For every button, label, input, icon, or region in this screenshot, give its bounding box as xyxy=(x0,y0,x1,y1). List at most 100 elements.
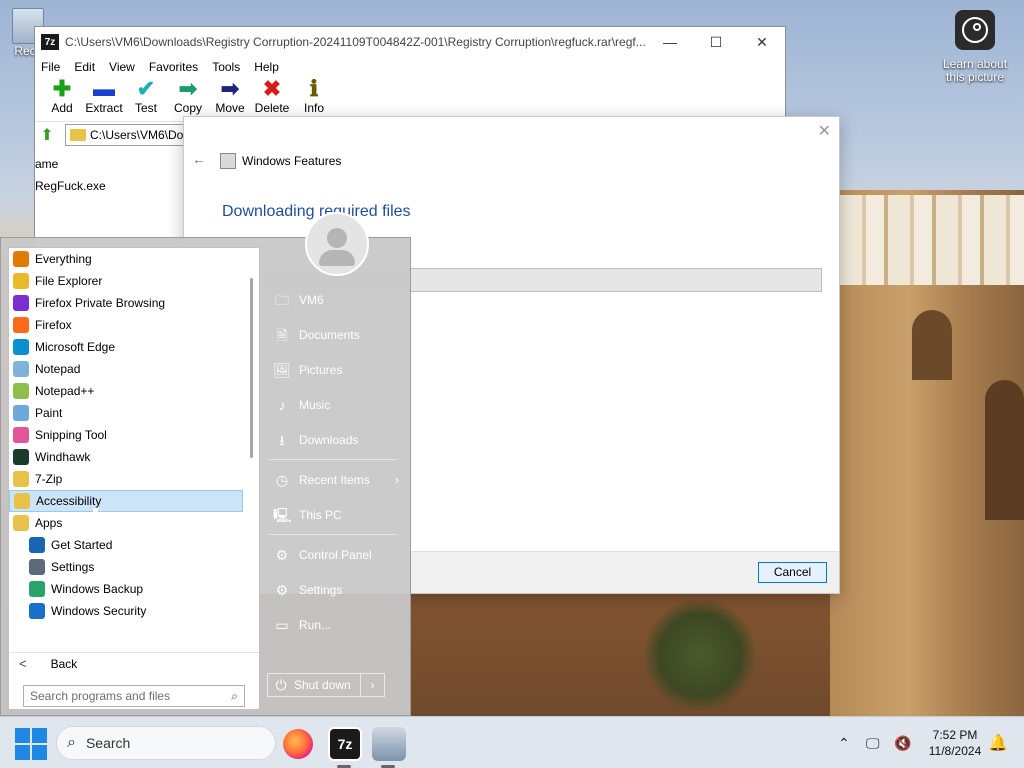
back-arrow-icon[interactable]: ← xyxy=(192,151,206,167)
program-item[interactable]: Notepad++ xyxy=(9,380,259,402)
menu-item-favorites[interactable]: Favorites xyxy=(149,60,198,74)
program-label: File Explorer xyxy=(35,274,103,288)
start-place-recent-items[interactable]: ◷ Recent Items › xyxy=(269,462,405,497)
taskbar-search[interactable]: ⌕ Search xyxy=(56,726,276,760)
program-item[interactable]: Firefox xyxy=(9,314,259,336)
system-clock[interactable]: 7:52 PM 11/8/2024 xyxy=(920,727,990,759)
shutdown-button[interactable]: ⏻ Shut down › xyxy=(267,673,385,697)
program-label: Firefox Private Browsing xyxy=(35,296,166,310)
program-item[interactable]: Notepad xyxy=(9,358,259,380)
start-place-music[interactable]: ♪ Music xyxy=(269,387,405,422)
program-item[interactable]: Paint xyxy=(9,402,259,424)
program-label: Apps xyxy=(35,516,63,530)
folder-icon xyxy=(13,273,29,289)
search-input[interactable]: Search programs and files ⌕ xyxy=(23,685,245,707)
start-menu: Everything File Explorer Firefox Private B… xyxy=(0,212,411,716)
program-label: Windows Backup xyxy=(51,582,144,596)
start-button[interactable] xyxy=(15,728,47,760)
separator xyxy=(269,534,397,535)
notification-bell-icon[interactable]: 🔔 xyxy=(988,733,1008,753)
start-place-control-panel[interactable]: ⚙ Control Panel xyxy=(269,537,405,572)
program-item[interactable]: Snipping Tool xyxy=(9,424,259,446)
info-icon: ℹ xyxy=(309,76,319,101)
program-item[interactable]: Accessibility xyxy=(9,490,243,512)
paint-icon xyxy=(13,405,29,421)
program-label: Firefox xyxy=(35,318,72,332)
setup-taskbar-icon[interactable] xyxy=(372,727,406,761)
menu-item-view[interactable]: View xyxy=(109,60,135,74)
power-icon: ⏻ xyxy=(275,676,287,693)
place-label: Pictures xyxy=(299,362,343,377)
place-label: This PC xyxy=(299,507,342,522)
sevenzip-taskbar-icon[interactable]: 7z xyxy=(328,727,362,761)
place-label: Recent Items xyxy=(299,472,370,487)
cancel-button[interactable]: Cancel xyxy=(758,562,827,583)
chevron-up-icon[interactable]: ⌃ xyxy=(838,717,850,768)
start-place-settings[interactable]: ⚙ Settings xyxy=(269,572,405,607)
close-button[interactable]: ✕ xyxy=(739,34,785,51)
program-item[interactable]: Windows Backup xyxy=(9,578,259,600)
address-input[interactable]: C:\Users\VM6\Do xyxy=(65,123,195,146)
program-label: Settings xyxy=(51,560,95,574)
start-place-downloads[interactable]: ⭳ Downloads xyxy=(269,422,405,457)
menu-item-tools[interactable]: Tools xyxy=(212,60,240,74)
program-label: Notepad++ xyxy=(35,384,95,398)
firefox-taskbar-icon[interactable] xyxy=(283,729,313,759)
start-place-vm6[interactable]: 🗀 VM6 xyxy=(269,282,405,317)
place-label: Music xyxy=(299,397,331,412)
program-item[interactable]: Apps xyxy=(9,512,259,534)
program-label: Get Started xyxy=(51,538,113,552)
copy-button[interactable]: ➡ Copy xyxy=(167,77,209,121)
avatar[interactable] xyxy=(305,212,369,276)
separator xyxy=(269,459,397,460)
network-icon[interactable]: 🖵 xyxy=(866,717,880,768)
start-place-this-pc[interactable]: 🖳 This PC xyxy=(269,497,405,532)
folder-icon xyxy=(70,128,86,141)
notepadpp-icon xyxy=(13,383,29,399)
document-icon: 🗎 xyxy=(276,326,288,343)
program-item[interactable]: Firefox Private Browsing xyxy=(9,292,259,314)
program-item[interactable]: Windows Security xyxy=(9,600,259,622)
program-item[interactable]: Microsoft Edge xyxy=(9,336,259,358)
shutdown-options-button[interactable]: › xyxy=(360,674,384,696)
up-folder-icon[interactable]: ⬆ xyxy=(35,125,59,145)
menu-item-file[interactable]: File xyxy=(41,60,60,74)
maximize-button[interactable]: ☐ xyxy=(693,34,739,51)
windhawk-icon xyxy=(13,449,29,465)
test-button[interactable]: ✔ Test xyxy=(125,77,167,121)
place-label: Control Panel xyxy=(299,547,372,562)
program-item[interactable]: Windhawk xyxy=(9,446,259,468)
menu-item-help[interactable]: Help xyxy=(254,60,279,74)
volume-muted-icon[interactable]: 🔇 xyxy=(894,717,911,768)
extract-button[interactable]: ▬ Extract xyxy=(83,77,125,121)
gear-icon: ⚙ xyxy=(275,581,289,598)
taskbar: ⌕ Search 7z ⌃ 🖵 🔇 7:52 PM 11/8/2024 🔔 xyxy=(0,716,1024,768)
back-button[interactable]: < Back xyxy=(9,652,259,674)
menu-item-edit[interactable]: Edit xyxy=(74,60,95,74)
program-item[interactable]: Everything xyxy=(9,248,259,270)
search-icon: ⌕ xyxy=(67,734,76,751)
learn-about-picture[interactable]: Learn about this picture xyxy=(938,10,1012,84)
program-item[interactable]: File Explorer xyxy=(9,270,259,292)
program-item[interactable]: Get Started xyxy=(9,534,259,556)
info-button[interactable]: ℹ Info xyxy=(293,77,335,121)
folder-icon xyxy=(13,471,29,487)
start-place-documents[interactable]: 🗎 Documents xyxy=(269,317,405,352)
menu-bar: File Edit View Favorites Tools Help xyxy=(35,57,785,77)
close-icon[interactable]: ✕ xyxy=(818,121,831,141)
start-place-run[interactable]: ▭ Run... xyxy=(269,607,405,642)
dialog-header: Windows Features xyxy=(220,153,341,169)
scrollbar[interactable] xyxy=(250,278,253,458)
sevenzip-titlebar[interactable]: 7z C:\Users\VM6\Downloads\Registry Corru… xyxy=(35,27,785,57)
learn-label: Learn about this picture xyxy=(942,57,1008,84)
start-place-pictures[interactable]: 🖼 Pictures xyxy=(269,352,405,387)
move-button[interactable]: ➡ Move xyxy=(209,77,251,121)
minimize-button[interactable]: — xyxy=(647,34,693,50)
place-label: VM6 xyxy=(299,292,324,307)
program-item[interactable]: Settings xyxy=(9,556,259,578)
program-item[interactable]: 7-Zip xyxy=(9,468,259,490)
add-button[interactable]: ✚ Add xyxy=(41,77,83,121)
snipping-icon xyxy=(13,427,29,443)
delete-button[interactable]: ✖ Delete xyxy=(251,77,293,121)
chevron-left-icon: < xyxy=(19,656,27,671)
